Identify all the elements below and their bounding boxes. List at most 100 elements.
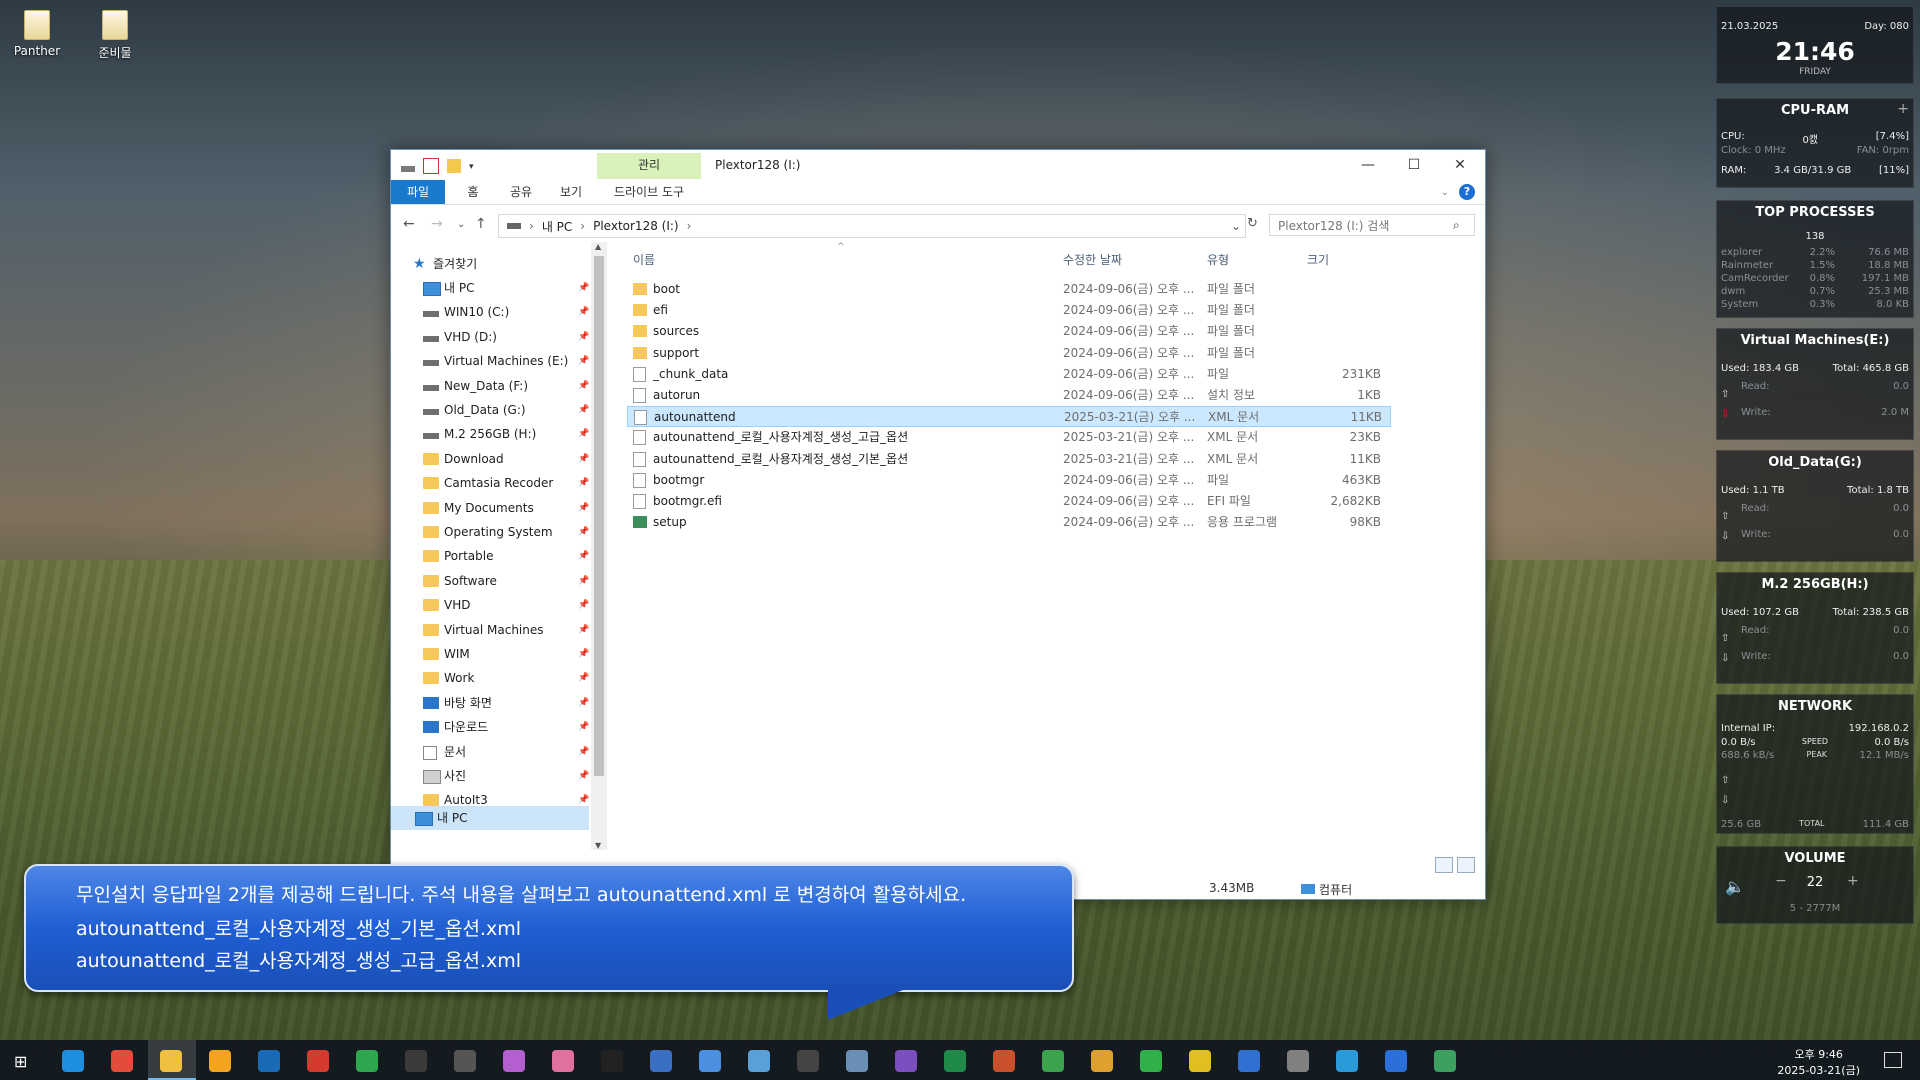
file-row[interactable]: sources 2024-09-06(금) 오후 ... 파일 폴더 xyxy=(627,321,1391,342)
forward-arrow-icon[interactable]: → xyxy=(431,216,443,232)
app-icon[interactable] xyxy=(1042,1050,1064,1072)
file-row[interactable]: autorun 2024-09-06(금) 오후 ... 설치 정보 1KB xyxy=(627,385,1391,406)
nav-item[interactable]: 바탕 화면 📌 xyxy=(391,691,591,715)
app-icon[interactable] xyxy=(503,1050,525,1072)
pin-icon[interactable]: 📌 xyxy=(578,520,589,544)
app-icon[interactable] xyxy=(356,1050,378,1072)
file-row[interactable]: efi 2024-09-06(금) 오후 ... 파일 폴더 xyxy=(627,300,1391,321)
refresh-icon[interactable]: ↻ xyxy=(1247,216,1258,231)
file-row[interactable]: autounattend_로컬_사용자계정_생성_고급_옵션 2025-03-21… xyxy=(627,427,1391,448)
pin-icon[interactable]: 📌 xyxy=(578,715,589,739)
desktop-icon-supplies[interactable]: 준비물 xyxy=(80,10,150,61)
expand-ribbon-icon[interactable]: ⌄ xyxy=(1441,187,1449,198)
pin-icon[interactable]: 📌 xyxy=(578,398,589,422)
file-row[interactable]: boot 2024-09-06(금) 오후 ... 파일 폴더 xyxy=(627,279,1391,300)
nav-item[interactable]: Portable 📌 xyxy=(391,544,591,568)
file-row[interactable]: _chunk_data 2024-09-06(금) 오후 ... 파일 231KB xyxy=(627,364,1391,385)
nav-item[interactable]: Work 📌 xyxy=(391,666,591,690)
file-row[interactable]: support 2024-09-06(금) 오후 ... 파일 폴더 xyxy=(627,343,1391,364)
app-icon[interactable] xyxy=(1385,1050,1407,1072)
app-icon[interactable] xyxy=(405,1050,427,1072)
nav-item[interactable]: Old_Data (G:) 📌 xyxy=(391,398,591,422)
scroll-up-icon[interactable]: ▲ xyxy=(595,242,601,251)
nav-item[interactable]: WIN10 (C:) 📌 xyxy=(391,300,591,324)
column-type[interactable]: 유형 xyxy=(1207,248,1229,272)
nav-item[interactable]: Virtual Machines (E:) 📌 xyxy=(391,349,591,373)
pin-icon[interactable]: 📌 xyxy=(578,374,589,398)
file-row[interactable]: bootmgr.efi 2024-09-06(금) 오후 ... EFI 파일 2,6… xyxy=(627,491,1391,512)
file-row[interactable]: bootmgr 2024-09-06(금) 오후 ... 파일 463KB xyxy=(627,470,1391,491)
add-icon[interactable]: + xyxy=(1897,101,1909,117)
app-icon[interactable] xyxy=(454,1050,476,1072)
nav-item[interactable]: Camtasia Recoder 📌 xyxy=(391,471,591,495)
app-icon[interactable] xyxy=(748,1050,770,1072)
file-row[interactable]: autounattend 2025-03-21(금) 오후 ... XML 문서 11… xyxy=(627,406,1391,428)
minimize-button[interactable]: — xyxy=(1345,150,1391,180)
search-input[interactable]: Plextor128 (I:) 검색 xyxy=(1269,214,1475,236)
pin-icon[interactable]: 📌 xyxy=(578,276,589,300)
nav-quick-access[interactable]: ★ 즐겨찾기 xyxy=(391,252,591,276)
scrollbar-thumb[interactable] xyxy=(594,256,604,776)
nav-item[interactable]: VHD (D:) 📌 xyxy=(391,325,591,349)
app-icon[interactable] xyxy=(895,1050,917,1072)
file-explorer-icon[interactable] xyxy=(160,1050,182,1072)
maximize-button[interactable]: ☐ xyxy=(1391,150,1437,180)
app-icon[interactable] xyxy=(1434,1050,1456,1072)
properties-icon[interactable] xyxy=(423,158,439,174)
chrome-icon[interactable] xyxy=(111,1050,133,1072)
new-folder-icon[interactable] xyxy=(447,159,461,173)
pin-icon[interactable]: 📌 xyxy=(578,618,589,642)
close-button[interactable]: ✕ xyxy=(1437,150,1483,180)
up-arrow-icon[interactable]: ↑ xyxy=(475,216,487,232)
tab-drive-tools[interactable]: 드라이브 도구 xyxy=(597,180,701,204)
app-icon[interactable] xyxy=(650,1050,672,1072)
nav-item[interactable]: Download 📌 xyxy=(391,447,591,471)
breadcrumb-this-pc[interactable]: 내 PC xyxy=(542,218,572,235)
pin-icon[interactable]: 📌 xyxy=(578,325,589,349)
pin-icon[interactable]: 📌 xyxy=(578,349,589,373)
nav-item[interactable]: 다운로드 📌 xyxy=(391,715,591,739)
pin-icon[interactable]: 📌 xyxy=(578,496,589,520)
nav-item[interactable]: 내 PC 📌 xyxy=(391,276,591,300)
app-icon[interactable] xyxy=(1287,1050,1309,1072)
powerpoint-icon[interactable] xyxy=(993,1050,1015,1072)
edge-icon[interactable] xyxy=(62,1050,84,1072)
app-icon[interactable] xyxy=(601,1050,623,1072)
pin-icon[interactable]: 📌 xyxy=(578,691,589,715)
nav-scrollbar[interactable]: ▲ ▼ xyxy=(591,242,607,850)
nav-item[interactable]: 사진 📌 xyxy=(391,764,591,788)
pin-icon[interactable]: 📌 xyxy=(578,666,589,690)
nav-item[interactable]: Software 📌 xyxy=(391,569,591,593)
system-clock[interactable]: 오후 9:46 2025-03-21(금) xyxy=(1777,1046,1860,1078)
chevron-down-icon[interactable]: ▾ xyxy=(469,162,477,172)
nav-item[interactable]: My Documents 📌 xyxy=(391,496,591,520)
back-arrow-icon[interactable]: ← xyxy=(403,216,415,232)
pin-icon[interactable]: 📌 xyxy=(578,764,589,788)
app-icon[interactable] xyxy=(552,1050,574,1072)
details-view-icon[interactable] xyxy=(1435,857,1453,873)
nav-item[interactable]: Virtual Machines 📌 xyxy=(391,618,591,642)
pin-icon[interactable]: 📌 xyxy=(578,422,589,446)
breadcrumb-drive[interactable]: Plextor128 (I:) xyxy=(593,219,679,233)
nav-item[interactable]: 문서 📌 xyxy=(391,740,591,764)
app-icon[interactable] xyxy=(1238,1050,1260,1072)
notification-icon[interactable] xyxy=(1884,1052,1902,1068)
pin-icon[interactable]: 📌 xyxy=(578,471,589,495)
app-icon[interactable] xyxy=(699,1050,721,1072)
column-name[interactable]: 이름 xyxy=(633,248,655,272)
app-icon[interactable] xyxy=(1189,1050,1211,1072)
nav-item[interactable]: VHD 📌 xyxy=(391,593,591,617)
tab-home[interactable]: 홈 xyxy=(451,180,495,204)
file-row[interactable]: autounattend_로컬_사용자계정_생성_기본_옵션 2025-03-21… xyxy=(627,449,1391,470)
app-icon[interactable] xyxy=(797,1050,819,1072)
app-icon[interactable] xyxy=(307,1050,329,1072)
column-date[interactable]: 수정한 날짜 xyxy=(1063,248,1122,272)
title-bar[interactable]: ▾ 관리 Plextor128 (I:) — ☐ ✕ xyxy=(391,150,1485,180)
nav-this-pc[interactable]: 내 PC xyxy=(391,806,589,830)
app-icon[interactable] xyxy=(209,1050,231,1072)
nav-item[interactable]: New_Data (F:) 📌 xyxy=(391,374,591,398)
scroll-down-icon[interactable]: ▼ xyxy=(595,841,601,850)
pin-icon[interactable]: 📌 xyxy=(578,300,589,324)
window-menu-icon[interactable] xyxy=(401,166,415,172)
pin-icon[interactable]: 📌 xyxy=(578,740,589,764)
